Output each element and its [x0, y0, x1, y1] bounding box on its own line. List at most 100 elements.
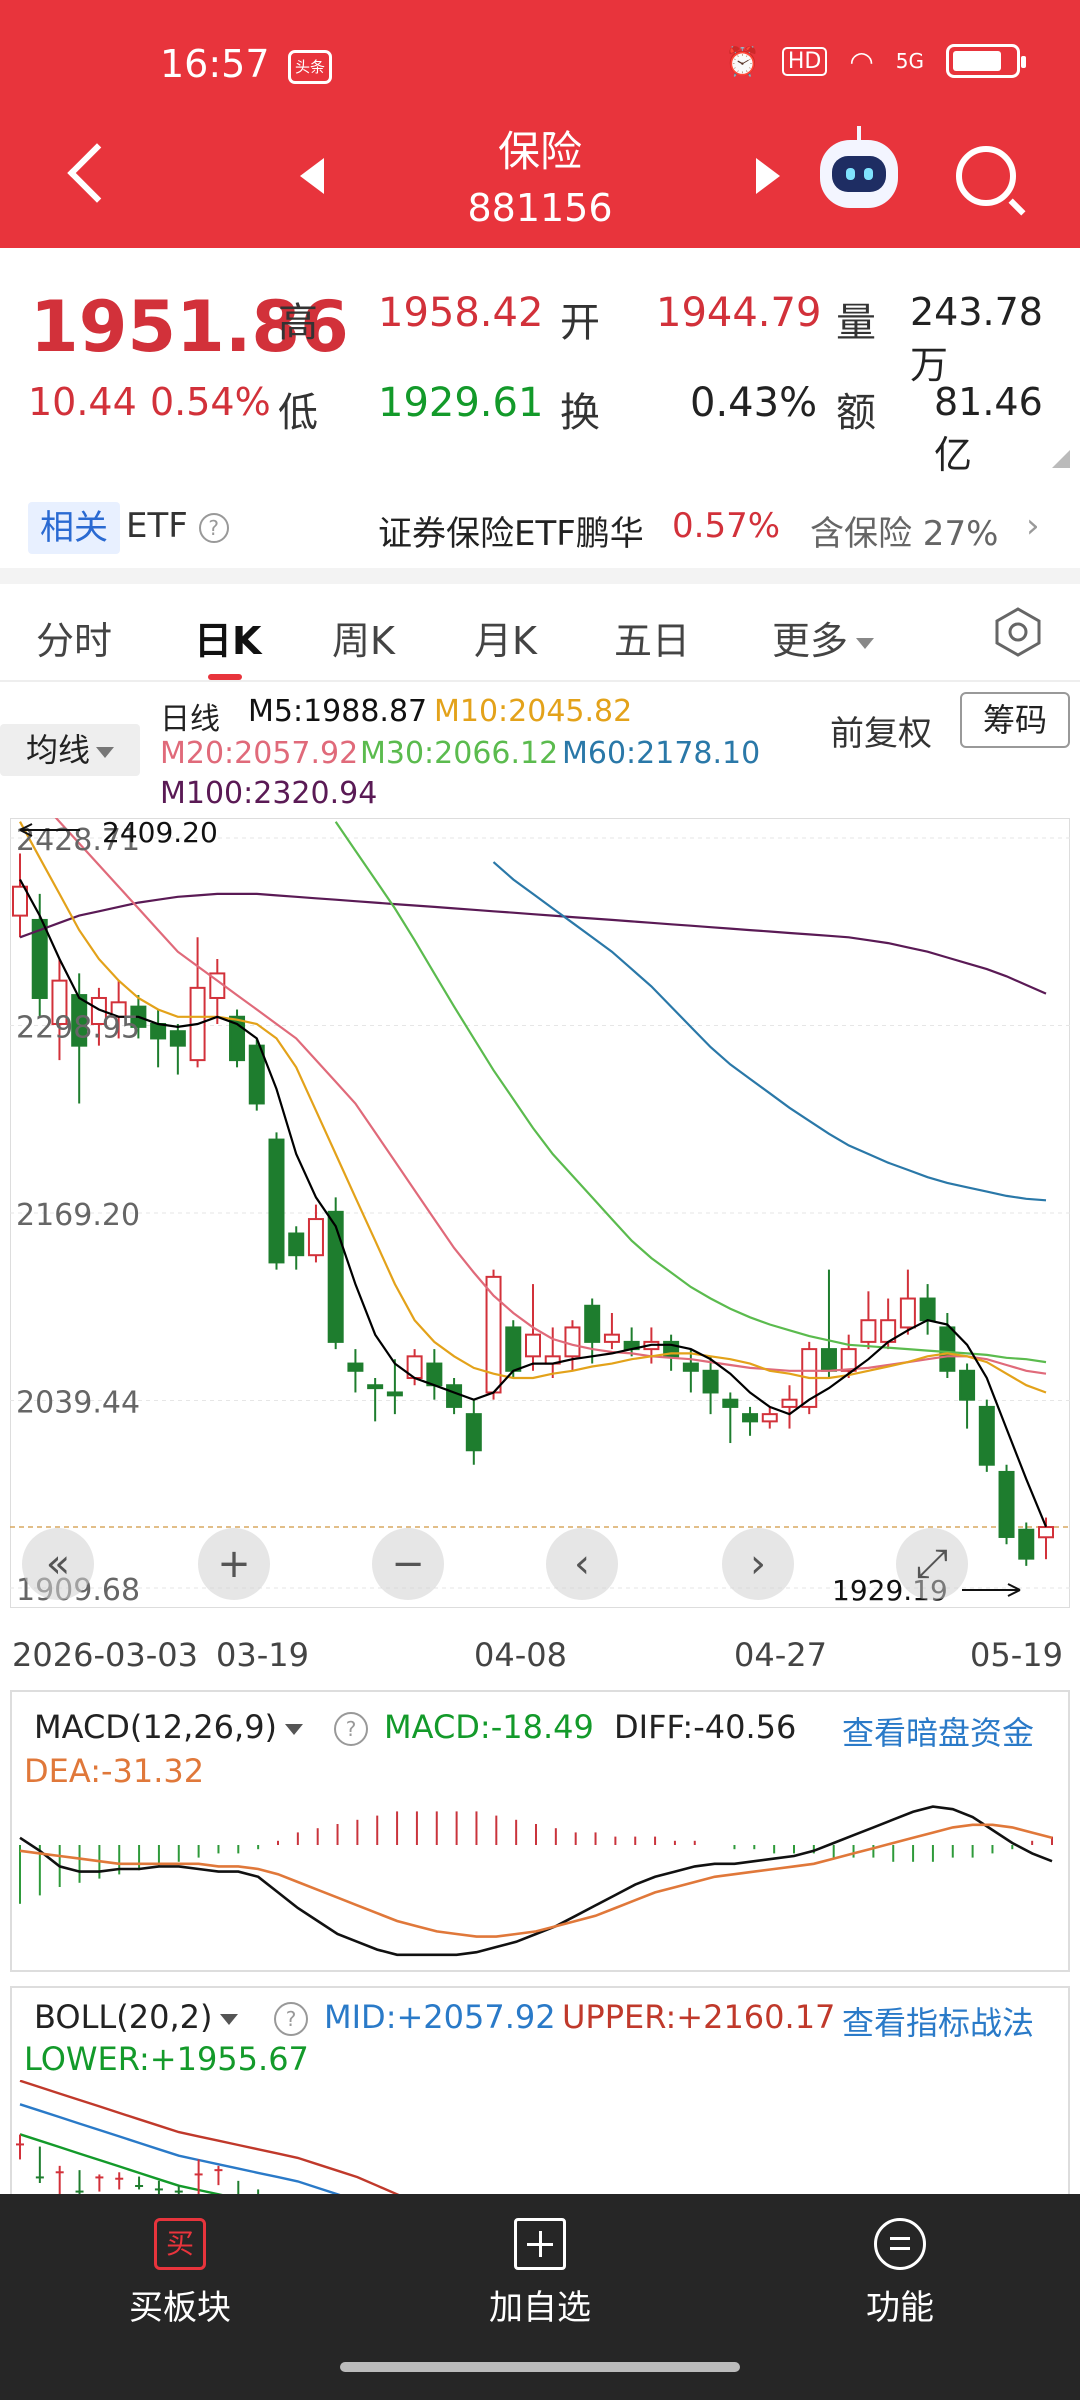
x-tick-label: 03-19: [216, 1636, 309, 1674]
y-tick-label: 2039.44: [16, 1385, 140, 1420]
boll-upper-value: UPPER:+2160.17: [562, 1998, 836, 2036]
candle-body: [564, 1326, 581, 1358]
divider: [0, 680, 1080, 682]
zoom-out-button[interactable]: −: [372, 1528, 444, 1600]
candle-body: [978, 1405, 995, 1466]
candle-body: [584, 1304, 601, 1343]
price-change: 10.44: [28, 380, 137, 424]
stock-name: 保险: [497, 127, 582, 176]
buy-sector-button[interactable]: 买 买板块: [80, 2218, 280, 2329]
zoom-in-button[interactable]: +: [198, 1528, 270, 1600]
home-indicator: [340, 2362, 740, 2372]
candle-body: [367, 1384, 384, 1390]
turnover-label: 换: [560, 390, 600, 436]
adjust-mode-button[interactable]: 前复权: [830, 706, 932, 755]
add-watchlist-button[interactable]: 加自选: [440, 2218, 640, 2329]
divider: [0, 568, 1080, 584]
dea-value: DEA:-31.32: [24, 1752, 205, 1790]
boll-lower-line: [19, 2133, 223, 2194]
hd-icon: HD: [781, 46, 828, 76]
macd-select-button[interactable]: MACD(12,26,9): [34, 1708, 304, 1746]
high-label: 高: [278, 300, 318, 346]
turnover-value: 0.43%: [690, 380, 818, 426]
tab-weekly-k[interactable]: 周K: [332, 610, 395, 665]
zoom-out-fast-button[interactable]: «: [22, 1528, 94, 1600]
candle-body: [150, 1022, 167, 1040]
candle-body: [761, 1413, 778, 1423]
related-tag: 相关: [28, 502, 120, 554]
scroll-left-button[interactable]: ‹: [546, 1528, 618, 1600]
y-tick-label: 2169.20: [16, 1198, 140, 1233]
candle-body: [998, 1470, 1015, 1538]
expand-corner-icon[interactable]: [1052, 450, 1070, 468]
etf-fund-change: 0.57%: [672, 506, 781, 546]
wifi-icon: ◠: [849, 44, 874, 78]
x-tick-label: 04-27: [734, 1636, 827, 1674]
candle-body: [347, 1362, 364, 1372]
candle-body: [268, 1138, 285, 1264]
tab-five-day[interactable]: 五日: [614, 610, 690, 665]
etf-label: ETF: [126, 506, 188, 546]
etf-fund-name: 证券保险ETF鹏华: [378, 514, 644, 554]
candle-body: [919, 1297, 936, 1322]
tab-monthly-k[interactable]: 月K: [474, 610, 537, 665]
indicator-select-button[interactable]: 均线: [0, 724, 140, 776]
low-label: 低: [278, 390, 318, 436]
ma20-value: M20:2057.92: [160, 736, 359, 771]
fullscreen-icon[interactable]: ⤢: [896, 1528, 968, 1600]
menu-icon: [874, 2218, 926, 2270]
ma100-value: M100:2320.94: [160, 776, 378, 811]
stock-code: 881156: [467, 186, 613, 230]
news-app-icon: 头条: [288, 50, 332, 84]
max-price-marker: 2409.20: [102, 818, 218, 849]
candle-body: [327, 1210, 344, 1343]
x-tick-label: 2026-03-03: [12, 1636, 198, 1674]
boll-select-button[interactable]: BOLL(20,2): [34, 1998, 239, 2036]
chips-button[interactable]: 筹码: [960, 692, 1070, 748]
etf-hold-text: 含保险 27%: [810, 514, 999, 554]
battery-icon: [946, 44, 1026, 78]
scroll-right-button[interactable]: ›: [722, 1528, 794, 1600]
candle-body: [899, 1297, 916, 1329]
help-icon[interactable]: ?: [274, 2002, 308, 2036]
related-etf-bar[interactable]: 相关 ETF ? 证券保险ETF鹏华 0.57% 含保险 27% ›: [0, 488, 1080, 568]
ma10-value: M10:2045.82: [434, 694, 633, 729]
help-icon[interactable]: ?: [198, 512, 229, 543]
diff-value: DIFF:-40.56: [614, 1708, 797, 1746]
candlestick-chart[interactable]: 2428.712298.952169.202039.441909.682409.…: [10, 818, 1070, 1608]
help-icon[interactable]: ?: [334, 1712, 368, 1746]
tab-more[interactable]: 更多: [772, 610, 875, 665]
search-icon[interactable]: [956, 146, 1016, 206]
add-icon: [514, 2218, 566, 2270]
settings-hex-icon[interactable]: [994, 606, 1042, 658]
tab-intraday[interactable]: 分时: [36, 610, 112, 665]
boll-chart: [16, 2080, 400, 2194]
candle-body: [169, 1030, 186, 1047]
candle-body: [307, 1218, 324, 1257]
candle-body: [446, 1384, 463, 1408]
macd-value: MACD:-18.49: [384, 1708, 594, 1746]
status-time: 16:57: [160, 42, 270, 86]
ma30-value: M30:2066.12: [360, 736, 559, 771]
candle-body: [288, 1232, 305, 1257]
macd-chart: [19, 1805, 1053, 1957]
candle-body: [959, 1369, 976, 1401]
candle-body: [426, 1362, 443, 1387]
indicator-strategy-link[interactable]: 查看指标战法: [842, 1998, 1034, 2044]
line-type-label: 日线: [160, 702, 220, 737]
high-value: 1958.42: [378, 290, 544, 336]
tab-daily-k[interactable]: 日K: [194, 610, 261, 665]
volume-value: 243.78万: [910, 290, 1043, 387]
candle-body: [781, 1398, 798, 1408]
function-menu-button[interactable]: 功能: [800, 2218, 1000, 2329]
dark-pool-link[interactable]: 查看暗盘资金: [842, 1708, 1034, 1754]
ai-assistant-icon[interactable]: [820, 126, 898, 208]
candle-body: [682, 1362, 699, 1372]
candle-body: [248, 1044, 265, 1105]
buy-icon: 买: [154, 2218, 206, 2270]
period-tabs: 分时 日K 周K 月K 五日 更多: [0, 590, 1080, 680]
next-stock-button[interactable]: [756, 158, 780, 194]
candle-body: [722, 1398, 739, 1408]
ma60-value: M60:2178.10: [562, 736, 761, 771]
low-value: 1929.61: [378, 380, 544, 426]
